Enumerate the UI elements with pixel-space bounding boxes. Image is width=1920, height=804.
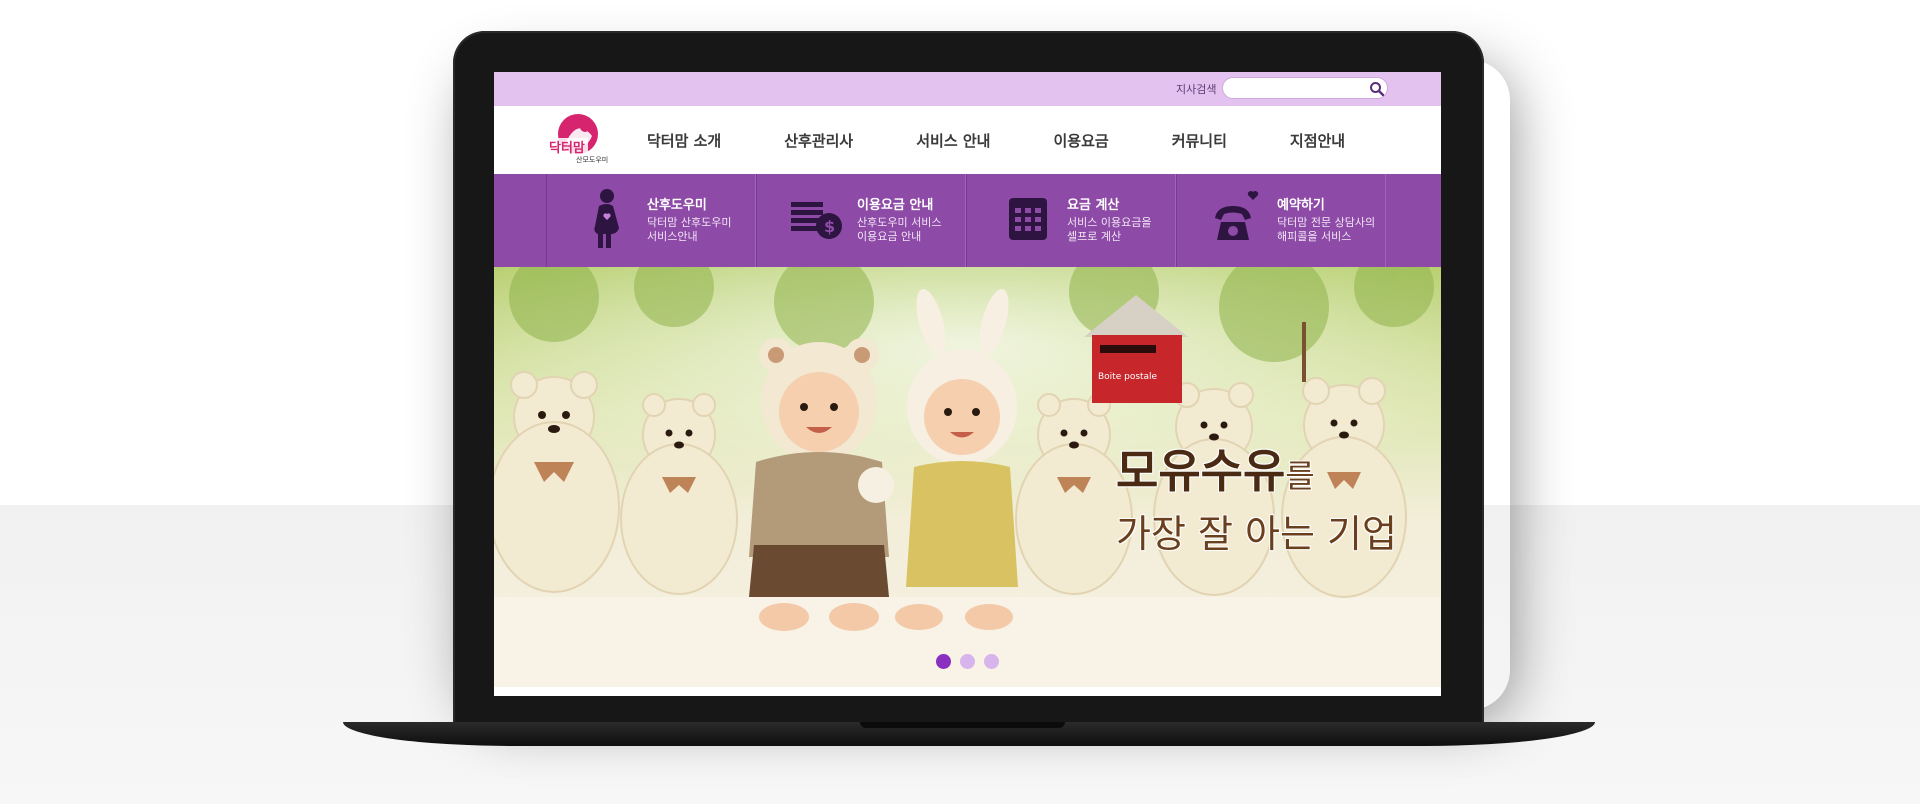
logo-main-text: 닥터맘: [549, 140, 585, 156]
quick-menu-title: 산후도우미: [647, 198, 707, 213]
main-nav: 닥터맘 소개 산후관리사 서비스 안내 이용요금 커뮤니티 지점안내: [647, 106, 1408, 174]
quick-menu-postnatal-helper[interactable]: 산후도우미 닥터맘 산후도우미 서비스안내: [546, 174, 756, 267]
screen-bottom-strip: [494, 687, 1441, 696]
laptop-notch: [860, 722, 1065, 728]
branch-search-input[interactable]: [1222, 77, 1388, 99]
logo-sub-text: 산모도우미: [576, 155, 608, 164]
nav-item-pricing[interactable]: 이용요금: [1053, 130, 1108, 151]
quick-menu-fee-calculator[interactable]: 요금 계산 서비스 이용요금을 셀프로 계산: [966, 174, 1176, 267]
quick-menu-pricing-info[interactable]: $ 이용요금 안내 산후도우미 서비스 이용요금 안내: [756, 174, 966, 267]
calculator-icon: [1009, 198, 1047, 240]
quick-menu-title: 요금 계산: [1067, 198, 1120, 213]
quick-menu-title: 이용요금 안내: [857, 198, 934, 213]
quick-menu-desc: 산후도우미 서비스 이용요금 안내: [857, 216, 942, 243]
nav-item-postnatal-care[interactable]: 산후관리사: [784, 130, 853, 151]
quick-menu-desc: 서비스 이용요금을 셀프로 계산: [1067, 216, 1152, 243]
hero-slogan: 모유수유를 가장 잘 아는 기업: [1116, 445, 1397, 560]
quick-menu-desc: 닥터맘 전문 상담사의 해피콜을 서비스: [1277, 216, 1376, 243]
money-stack-icon: $: [791, 202, 842, 239]
quick-menu-bar: 산후도우미 닥터맘 산후도우미 서비스안내 $ 이용요금 안내 산후도우미 서비스…: [494, 174, 1441, 267]
site-logo[interactable]: 닥터맘 산모도우미: [548, 112, 618, 164]
pregnant-woman-icon: [594, 189, 619, 248]
top-utility-bar: 지사검색: [494, 72, 1441, 106]
mailbox-label: Boite postale: [1098, 372, 1158, 382]
slide-dot-3[interactable]: [984, 654, 999, 669]
nav-item-about[interactable]: 닥터맘 소개: [647, 130, 721, 151]
baby-left: [749, 338, 894, 631]
site-header: 닥터맘 산모도우미 닥터맘 소개 산후관리사 서비스 안내 이용요금 커뮤니티 …: [494, 106, 1441, 174]
nav-item-community[interactable]: 커뮤니티: [1172, 130, 1227, 151]
branch-search-label: 지사검색: [1176, 83, 1217, 96]
hero-slogan-particle: 를: [1285, 457, 1315, 495]
slide-dot-1[interactable]: [936, 654, 951, 669]
svg-text:$: $: [824, 217, 835, 236]
phone-heart-icon: [1215, 191, 1259, 240]
quick-menu-reservation[interactable]: 예약하기 닥터맘 전문 상담사의 해피콜을 서비스: [1176, 174, 1386, 267]
slide-indicators: [936, 654, 999, 669]
hero-banner: Boite postale 모유수유를 가장 잘 아는 기업: [494, 267, 1441, 687]
slide-dot-2[interactable]: [960, 654, 975, 669]
nav-item-services[interactable]: 서비스 안내: [916, 130, 990, 151]
quick-menu-desc: 닥터맘 산후도우미 서비스안내: [647, 216, 732, 243]
hero-slogan-line2: 가장 잘 아는 기업: [1116, 512, 1397, 556]
hero-slogan-bold: 모유수유: [1116, 444, 1286, 498]
search-icon[interactable]: [1369, 81, 1385, 97]
nav-item-branches[interactable]: 지점안내: [1290, 130, 1345, 151]
laptop-screen: 지사검색 닥터맘 산모도우미 닥터맘 소개 산후관리사 서비스 안내 이용요금 …: [494, 72, 1441, 696]
quick-menu-title: 예약하기: [1277, 198, 1325, 213]
